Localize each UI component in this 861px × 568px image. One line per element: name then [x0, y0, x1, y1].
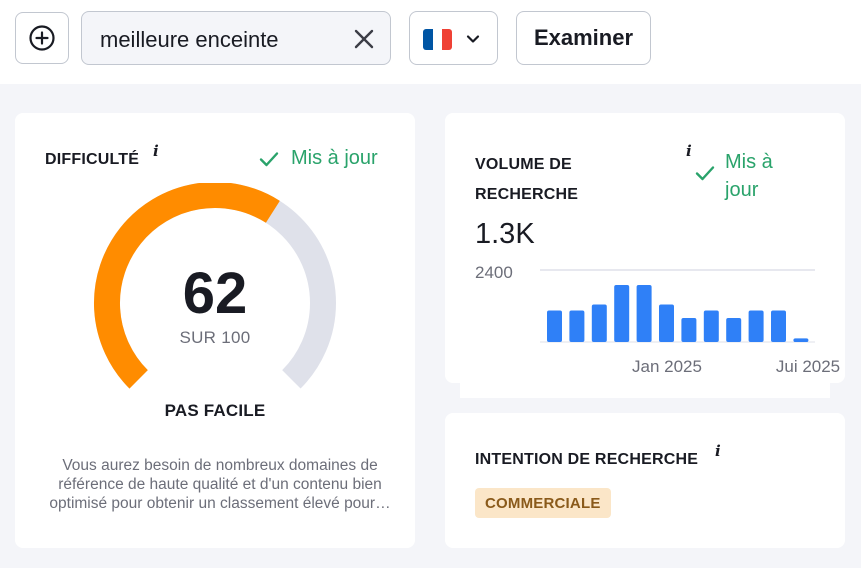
chart-bar[interactable]	[726, 318, 742, 342]
difficulty-score: 62	[182, 261, 248, 326]
info-icon[interactable]: i	[153, 142, 159, 160]
search-value[interactable]: meilleure enceinte	[100, 27, 279, 53]
score-out-of: SUR 100	[179, 328, 251, 347]
flag-blue-stripe	[423, 29, 433, 50]
country-select[interactable]	[409, 11, 498, 65]
search-volume-value: 1.3K	[475, 218, 535, 250]
volume-title-line2: RECHERCHE	[475, 186, 579, 203]
updated-line2: jour	[725, 179, 759, 201]
updated-line1: Mis à	[725, 151, 773, 173]
flag-white-stripe	[432, 29, 443, 50]
chart-bar[interactable]	[547, 310, 562, 343]
difficulty-level: PAS FACILE	[164, 401, 266, 420]
chart-bar[interactable]	[771, 310, 786, 343]
updated-label: Mis à jour	[291, 147, 378, 169]
chart-bars	[547, 285, 809, 343]
y-tick-label: 2400	[475, 263, 513, 282]
chart-bar[interactable]	[793, 338, 809, 342]
chart-bar[interactable]	[659, 304, 674, 343]
examine-button[interactable]: Examiner	[516, 11, 651, 65]
x-tick-label: Jui 2025	[776, 357, 840, 376]
chevron-down-icon	[466, 35, 480, 43]
chart-bar[interactable]	[569, 310, 585, 343]
volume-trend-chart: 2400 Jan 2025 Jui 2025	[475, 263, 840, 376]
keyword-search-input[interactable]: meilleure enceinte	[81, 11, 391, 65]
card-fold	[460, 380, 830, 398]
close-icon[interactable]	[352, 27, 376, 51]
info-icon[interactable]: i	[715, 442, 721, 460]
updated-label: Mis à jour	[725, 148, 773, 204]
x-tick-label: Jan 2025	[632, 357, 702, 376]
intent-title: INTENTION DE RECHERCHE	[475, 451, 699, 468]
info-icon[interactable]: i	[686, 142, 692, 160]
chart-bar[interactable]	[636, 285, 652, 342]
search-intent-card: INTENTION DE RECHERCHE i COMMERCIALE	[445, 413, 845, 548]
check-icon	[695, 166, 715, 181]
chart-bar[interactable]	[591, 304, 607, 343]
volume-title-line1: VOLUME DE	[475, 156, 572, 173]
chart-bar[interactable]	[614, 285, 630, 342]
plus-circle-icon	[29, 25, 55, 51]
add-keyword-button[interactable]	[15, 12, 69, 64]
volume-title: VOLUME DE RECHERCHE	[475, 150, 578, 210]
difficulty-description: Vous aurez besoin de nombreux domaines d…	[49, 457, 391, 512]
chart-bar[interactable]	[703, 310, 719, 343]
flag-red-stripe	[442, 29, 452, 50]
intent-badge: COMMERCIALE	[475, 488, 611, 518]
chart-bar[interactable]	[681, 318, 697, 342]
updated-status: Mis à jour	[258, 147, 378, 170]
france-flag-icon	[423, 29, 452, 50]
chart-bar[interactable]	[748, 310, 764, 343]
difficulty-card: DIFFICULTÉ i Mis à jour 62 SUR 100 PAS F…	[15, 113, 415, 548]
toolbar: meilleure enceinte Examiner	[0, 0, 861, 84]
updated-status: Mis à jour	[694, 148, 773, 204]
search-volume-card: VOLUME DE RECHERCHE i Mis à jour 1.3K 24…	[445, 113, 845, 383]
difficulty-title: DIFFICULTÉ	[45, 151, 140, 168]
check-icon	[259, 152, 279, 167]
